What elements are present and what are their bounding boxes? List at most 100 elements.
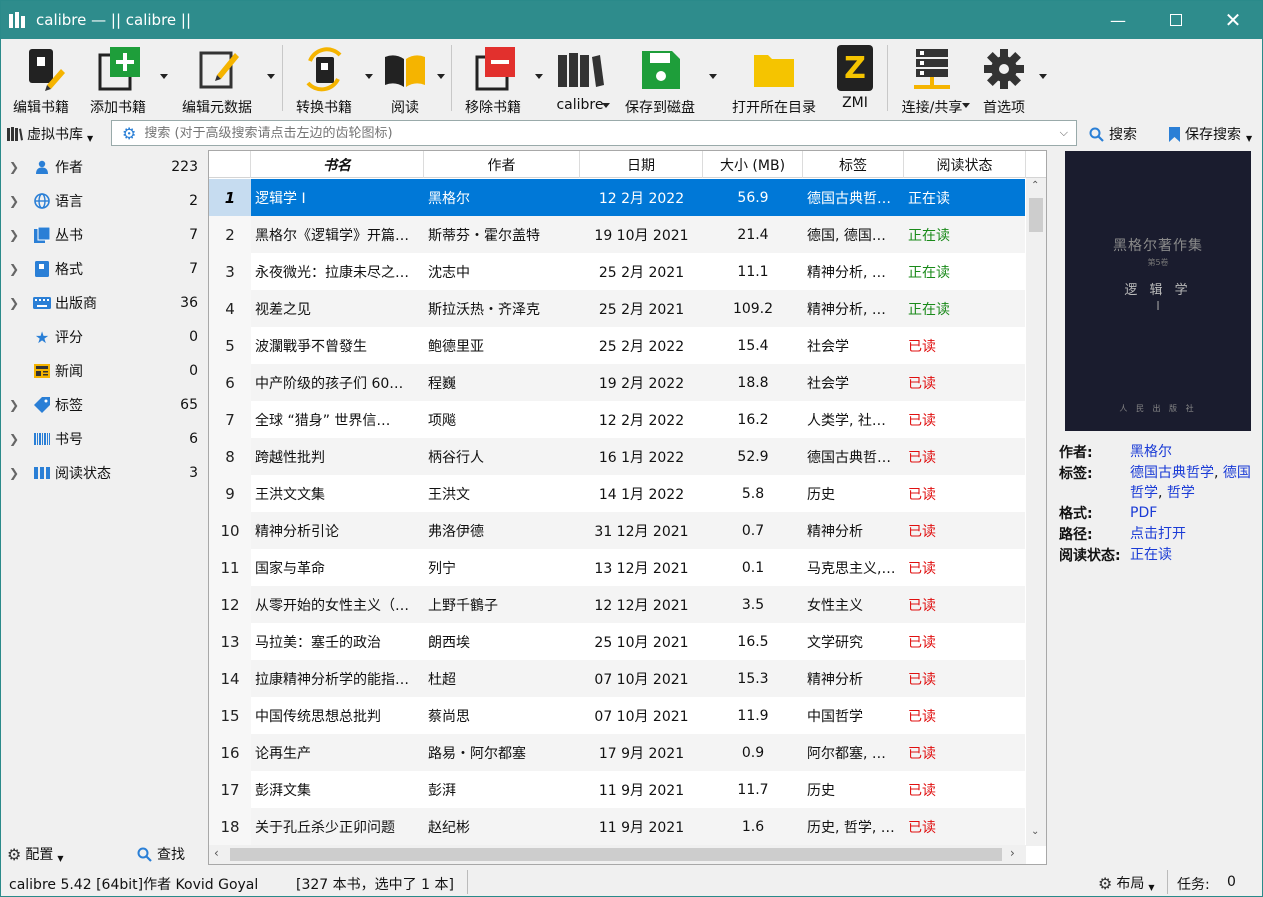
category-languages[interactable]: ❯ 语言 2 [1, 184, 207, 218]
add-books-dropdown-arrow[interactable] [160, 74, 168, 79]
table-row[interactable]: 1 逻辑学 I 黑格尔 12 2月 2022 56.9 德国古典哲… 正在读 [209, 179, 1025, 216]
save-to-disk-dropdown-arrow[interactable] [709, 74, 717, 79]
connect-share-dropdown-arrow[interactable] [962, 103, 970, 108]
table-row[interactable]: 2 黑格尔《逻辑学》开篇… 斯蒂芬・霍尔盖特 19 10月 2021 21.4 德国, 德… [209, 216, 1025, 253]
author-link[interactable]: 黑格尔 [1130, 442, 1172, 462]
scroll-left-icon[interactable]: ‹ [214, 846, 219, 860]
edit-book-button[interactable]: 编辑书籍 [9, 43, 73, 116]
scroll-up-icon[interactable]: ⌃ [1031, 180, 1039, 191]
convert-books-dropdown-arrow[interactable] [365, 74, 373, 79]
column-header-size[interactable]: 大小 (MB) [703, 151, 803, 178]
open-folder-button[interactable]: 打开所在目录 [728, 43, 820, 116]
format-link[interactable]: PDF [1130, 503, 1157, 523]
maximize-button[interactable] [1147, 1, 1205, 39]
read-button[interactable]: 阅读 [381, 43, 429, 116]
title-cell: 全球 “猎身” 世界信… [255, 412, 391, 429]
category-count: 7 [189, 227, 198, 243]
save-to-disk-button[interactable]: 保存到磁盘 [621, 43, 699, 116]
remove-books-dropdown-arrow[interactable] [535, 74, 543, 79]
category-series[interactable]: ❯ 丛书 7 [1, 218, 207, 252]
find-button[interactable]: 查找 [137, 844, 185, 864]
table-row[interactable]: 6 中产阶级的孩子们 60… 程巍 19 2月 2022 18.8 社会学 已读 [209, 364, 1025, 401]
table-row[interactable]: 16 论再生产 路易・阿尔都塞 17 9月 2021 0.9 阿尔都塞, … 已读 [209, 734, 1025, 771]
table-row[interactable]: 8 跨越性批判 柄谷行人 16 1月 2022 52.9 德国古典哲… 已读 [209, 438, 1025, 475]
expand-arrow-icon[interactable]: ❯ [9, 262, 19, 276]
table-row[interactable]: 9 王洪文文集 王洪文 14 1月 2022 5.8 历史 已读 [209, 475, 1025, 512]
category-count: 0 [189, 363, 198, 379]
table-row[interactable]: 12 从零开始的女性主义（… 上野千鶴子 12 12月 2021 3.5 女性主义 已读 [209, 586, 1025, 623]
horizontal-scrollbar-thumb[interactable] [230, 848, 1002, 861]
column-header-read-status[interactable]: 阅读状态 [904, 151, 1026, 178]
minimize-button[interactable]: — [1089, 1, 1147, 39]
book-cover[interactable]: 黑格尔著作集 第5卷 逻 辑 学 I 人 民 出 版 社 [1065, 151, 1251, 431]
table-row[interactable]: 15 中国传统思想总批判 蔡尚思 07 10月 2021 11.9 中国哲学 已读 [209, 697, 1025, 734]
category-tags[interactable]: ❯ 标签 65 [1, 388, 207, 422]
table-row[interactable]: 7 全球 “猎身” 世界信… 项飚 12 2月 2022 16.2 人类学, 社… 已读 [209, 401, 1025, 438]
category-read-status[interactable]: ❯ 阅读状态 3 [1, 456, 207, 490]
category-news[interactable]: 新闻 0 [1, 354, 207, 388]
table-row[interactable]: 10 精神分析引论 弗洛伊德 31 12月 2021 0.7 精神分析 已读 [209, 512, 1025, 549]
expand-arrow-icon[interactable]: ❯ [9, 296, 19, 310]
edit-metadata-button[interactable]: 编辑元数据 [177, 43, 257, 116]
table-row[interactable]: 18 关于孔丘杀少正卯问题 赵纪彬 11 9月 2021 1.6 历史, 哲学, … 已读 [209, 808, 1025, 845]
add-books-button[interactable]: 添加书籍 [85, 43, 151, 116]
horizontal-scrollbar[interactable]: ‹ › [209, 845, 1026, 864]
table-row[interactable]: 13 马拉美：塞壬的政治 朗西埃 25 10月 2021 16.5 文学研究 已读 [209, 623, 1025, 660]
category-formats[interactable]: ❯ 格式 7 [1, 252, 207, 286]
calibre-dropdown-arrow[interactable] [602, 103, 610, 108]
virtual-library-button[interactable]: 虚拟书库 ▼ [7, 124, 93, 144]
expand-arrow-icon[interactable]: ❯ [9, 228, 19, 242]
search-button[interactable]: 搜索 [1089, 124, 1137, 144]
read-status-link[interactable]: 正在读 [1130, 545, 1172, 565]
category-identifiers[interactable]: ❯ 书号 6 [1, 422, 207, 456]
search-box[interactable]: ⚙ ⌵ [111, 120, 1077, 146]
date-cell: 14 1月 2022 [598, 486, 685, 503]
save-search-button[interactable]: 保存搜索 ▼ [1169, 124, 1252, 144]
close-button[interactable]: ✕ [1204, 1, 1262, 39]
category-rating[interactable]: ★ 评分 0 [1, 320, 207, 354]
expand-arrow-icon[interactable]: ❯ [9, 466, 19, 480]
column-header-author[interactable]: 作者 [424, 151, 580, 178]
preferences-label: 首选项 [983, 100, 1025, 116]
edit-metadata-dropdown-arrow[interactable] [267, 74, 275, 79]
expand-arrow-icon[interactable]: ❯ [9, 432, 19, 446]
remove-books-button[interactable]: 移除书籍 [459, 43, 527, 116]
zmi-button[interactable]: Z ZMI [833, 43, 877, 115]
gear-icon[interactable]: ⚙ [122, 124, 136, 143]
category-publishers[interactable]: ❯ 出版商 36 [1, 286, 207, 320]
calibre-library-button[interactable]: calibre [553, 43, 607, 115]
table-row[interactable]: 5 波瀾戰爭不曾發生 鲍德里亚 25 2月 2022 15.4 社会学 已读 [209, 327, 1025, 364]
connect-share-button[interactable]: 连接/共享 [897, 43, 967, 116]
configure-button[interactable]: ⚙ 配置 ▼ [7, 844, 64, 864]
search-input[interactable] [144, 125, 1060, 141]
expand-arrow-icon[interactable]: ❯ [9, 160, 19, 174]
table-row[interactable]: 17 彭湃文集 彭湃 11 9月 2021 11.7 历史 已读 [209, 771, 1025, 808]
table-row[interactable]: 14 拉康精神分析学的能指… 杜超 07 10月 2021 15.3 精神分析 已读 [209, 660, 1025, 697]
path-link[interactable]: 点击打开 [1130, 524, 1186, 544]
preferences-dropdown-arrow[interactable] [1039, 74, 1047, 79]
column-header-date[interactable]: 日期 [580, 151, 703, 178]
expand-arrow-icon[interactable]: ❯ [9, 194, 19, 208]
scroll-down-icon[interactable]: ⌄ [1031, 826, 1039, 837]
table-row[interactable]: 4 视差之见 斯拉沃热・齐泽克 25 2月 2021 109.2 精神分析, … 正在读 [209, 290, 1025, 327]
category-authors[interactable]: ❯ 作者 223 [1, 150, 207, 184]
jobs-label[interactable]: 任务: [1177, 874, 1210, 894]
scroll-right-icon[interactable]: › [1010, 846, 1015, 860]
column-header-title[interactable]: 书名 [251, 151, 424, 178]
expand-arrow-icon[interactable]: ❯ [9, 398, 19, 412]
read-dropdown-arrow[interactable] [437, 74, 445, 79]
column-header-tags[interactable]: 标签 [803, 151, 904, 178]
chevron-down-icon[interactable]: ⌵ [1060, 126, 1068, 140]
preferences-button[interactable]: 首选项 [979, 43, 1029, 116]
date-cell: 25 2月 2022 [598, 338, 685, 355]
row-number: 16 [209, 734, 251, 771]
table-row[interactable]: 3 永夜微光：拉康未尽之… 沈志中 25 2月 2021 11.1 精神分析, … 正在读 [209, 253, 1025, 290]
chevron-down-icon[interactable]: ▼ [1246, 134, 1252, 143]
convert-books-button[interactable]: 转换书籍 [291, 43, 357, 116]
vertical-scrollbar-thumb[interactable] [1029, 198, 1043, 232]
table-row[interactable]: 11 国家与革命 列宁 13 12月 2021 0.1 马克思主义,… 已读 [209, 549, 1025, 586]
tag-link[interactable]: 哲学 [1167, 485, 1195, 501]
vertical-scrollbar[interactable]: ⌃ ⌄ [1026, 178, 1046, 846]
tag-link[interactable]: 德国古典哲学 [1130, 465, 1214, 481]
layout-button[interactable]: ⚙ 布局 ▼ [1098, 873, 1155, 893]
